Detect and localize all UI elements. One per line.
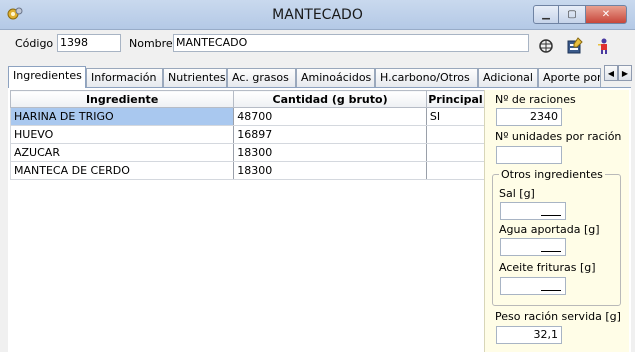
title-bar[interactable]: MANTECADO ▁ ▢ ✕ [0, 0, 635, 30]
side-panel: Nº de raciones 2340 Nº unidades por raci… [484, 90, 629, 352]
column-header-cantidad[interactable]: Cantidad (g bruto) [233, 90, 427, 108]
agua-label: Agua aportada [g] [499, 223, 600, 236]
table-row[interactable]: HUEVO 16897 [9, 125, 486, 144]
tab-ac-grasos[interactable]: Ac. grasos [227, 68, 296, 87]
person-button[interactable] [594, 37, 614, 57]
tab-scroll: ◀ ▶ [604, 65, 632, 81]
unidades-field[interactable] [496, 146, 562, 164]
recipe-icon [537, 37, 555, 58]
unidades-label: Nº unidades por ración [495, 130, 622, 143]
peso-label: Peso ración servida [g] [495, 310, 621, 323]
cell-principal[interactable]: SI [425, 107, 486, 126]
tab-adicional[interactable]: Adicional [478, 68, 538, 87]
tab-scroll-right-button[interactable]: ▶ [618, 65, 632, 81]
tab-strip: Ingredientes Información Nutrientes Ac. … [8, 66, 631, 88]
tab-ingredientes[interactable]: Ingredientes [8, 66, 86, 88]
cell-principal[interactable] [425, 161, 486, 180]
aceite-field[interactable] [500, 277, 566, 295]
sal-dash [541, 215, 561, 216]
minimize-icon: ▁ [542, 9, 550, 20]
otros-ingredientes-title: Otros ingredientes [499, 168, 605, 181]
codigo-label: Código [15, 37, 54, 50]
edit-document-icon [566, 36, 584, 58]
raciones-field[interactable]: 2340 [496, 108, 562, 126]
cell-principal[interactable] [425, 143, 486, 162]
tab-aporte[interactable]: Aporte por a [538, 68, 601, 87]
cell-ingrediente[interactable]: MANTECA DE CERDO [9, 161, 235, 180]
ingredients-table: Ingrediente Cantidad (g bruto) Principal… [9, 90, 486, 180]
tab-nutrientes[interactable]: Nutrientes [163, 68, 227, 87]
table-header-row: Ingrediente Cantidad (g bruto) Principal [9, 90, 486, 108]
close-button[interactable]: ✕ [585, 5, 627, 24]
cell-cantidad[interactable]: 16897 [233, 125, 427, 144]
cell-ingrediente[interactable]: HUEVO [9, 125, 235, 144]
nombre-label: Nombre [129, 37, 173, 50]
tab-aminoacidos[interactable]: Aminoácidos [296, 68, 375, 87]
otros-ingredientes-group: Otros ingredientes Sal [g] Agua aportada… [492, 168, 621, 306]
recipe-button[interactable] [536, 37, 556, 57]
peso-field[interactable]: 32,1 [496, 326, 562, 344]
nombre-field[interactable]: MANTECADO [173, 34, 529, 52]
table-row[interactable]: MANTECA DE CERDO 18300 [9, 161, 486, 180]
edit-document-button[interactable] [565, 36, 585, 58]
tab-hcarbono-otros[interactable]: H.carbono/Otros [375, 68, 478, 87]
agua-dash [541, 251, 561, 252]
close-icon: ✕ [601, 9, 611, 20]
sal-label: Sal [g] [499, 187, 535, 200]
person-icon [595, 37, 613, 58]
aceite-label: Aceite frituras [g] [499, 261, 596, 274]
tab-informacion[interactable]: Información [86, 68, 163, 87]
aceite-dash [541, 290, 561, 291]
arrow-left-icon: ◀ [607, 68, 615, 78]
cell-cantidad[interactable]: 48700 [233, 107, 427, 126]
column-header-principal[interactable]: Principal [425, 90, 486, 108]
minimize-button[interactable]: ▁ [533, 5, 559, 24]
codigo-field[interactable]: 1398 [57, 34, 121, 52]
sal-field[interactable] [500, 202, 566, 220]
application-window: MANTECADO ▁ ▢ ✕ Código 1398 Nombre MANTE… [0, 0, 635, 352]
table-row[interactable]: AZUCAR 18300 [9, 143, 486, 162]
tab-scroll-left-button[interactable]: ◀ [604, 65, 618, 81]
table-row[interactable]: HARINA DE TRIGO 48700 SI [9, 107, 486, 126]
cell-ingrediente[interactable]: HARINA DE TRIGO [9, 107, 235, 126]
agua-field[interactable] [500, 238, 566, 256]
cell-cantidad[interactable]: 18300 [233, 143, 427, 162]
cell-cantidad[interactable]: 18300 [233, 161, 427, 180]
header-bar: Código 1398 Nombre MANTECADO [0, 31, 635, 64]
arrow-right-icon: ▶ [621, 68, 629, 78]
column-header-ingrediente[interactable]: Ingrediente [9, 90, 235, 108]
cell-ingrediente[interactable]: AZUCAR [9, 143, 235, 162]
maximize-icon: ▢ [567, 9, 577, 20]
maximize-button[interactable]: ▢ [559, 5, 585, 24]
raciones-label: Nº de raciones [495, 93, 576, 106]
cell-principal[interactable] [425, 125, 486, 144]
